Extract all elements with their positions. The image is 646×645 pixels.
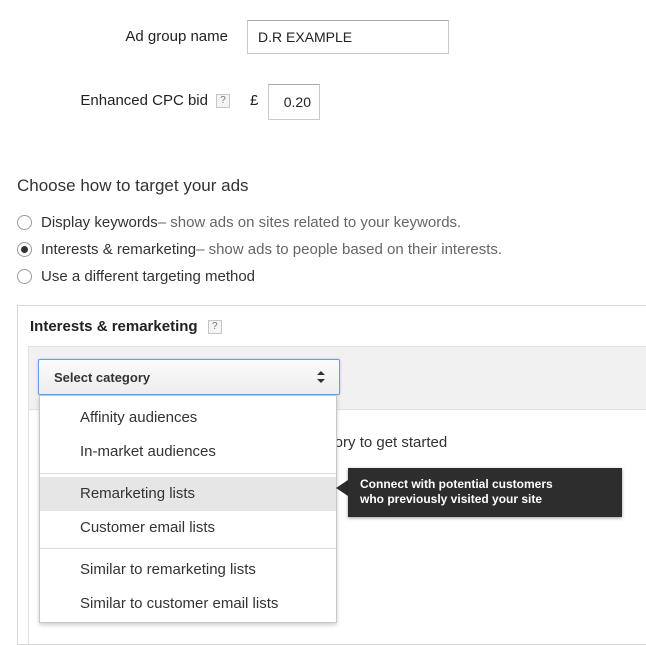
tooltip-line: Connect with potential customers bbox=[360, 477, 553, 491]
radio-label: Interests & remarketing bbox=[41, 241, 197, 258]
up-down-arrows-icon bbox=[317, 371, 325, 383]
enhanced-cpc-bid-label: Enhanced CPC bid bbox=[80, 92, 208, 109]
radio-description: – show ads to people based on their inte… bbox=[196, 241, 503, 258]
category-menu: Affinity audiences In-market audiences R… bbox=[39, 395, 337, 623]
menu-separator bbox=[40, 548, 336, 549]
panel-header: Interests & remarketing ? bbox=[18, 306, 646, 346]
remarketing-tooltip: Connect with potential customers who pre… bbox=[348, 468, 622, 517]
menu-item-customer-email-lists[interactable]: Customer email lists bbox=[40, 511, 336, 545]
select-category-dropdown[interactable]: Select category bbox=[38, 359, 340, 395]
menu-item-affinity-audiences[interactable]: Affinity audiences bbox=[40, 401, 336, 435]
menu-item-remarketing-lists[interactable]: Remarketing lists bbox=[40, 477, 336, 511]
tooltip-arrow bbox=[336, 480, 348, 496]
radio-button[interactable] bbox=[17, 269, 32, 284]
menu-item-similar-customer-email-lists[interactable]: Similar to customer email lists bbox=[40, 587, 336, 621]
menu-separator bbox=[40, 473, 336, 474]
menu-item-similar-remarketing-lists[interactable]: Similar to remarketing lists bbox=[40, 553, 336, 587]
radio-option-different-method[interactable]: Use a different targeting method bbox=[17, 268, 255, 285]
currency-symbol: £ bbox=[250, 92, 259, 109]
divider bbox=[28, 410, 29, 644]
ad-group-name-label: Ad group name bbox=[125, 28, 228, 45]
select-category-label: Select category bbox=[54, 370, 151, 385]
radio-option-display-keywords[interactable]: Display keywords – show ads on sites rel… bbox=[17, 214, 461, 231]
menu-item-in-market-audiences[interactable]: In-market audiences bbox=[40, 435, 336, 469]
radio-button[interactable] bbox=[17, 215, 32, 230]
get-started-hint: egory to get started bbox=[318, 434, 448, 451]
radio-description: – show ads on sites related to your keyw… bbox=[157, 214, 462, 231]
cpc-bid-input[interactable] bbox=[268, 84, 320, 120]
help-icon[interactable]: ? bbox=[216, 94, 230, 108]
ad-group-name-input[interactable] bbox=[247, 20, 449, 54]
radio-label: Display keywords bbox=[41, 214, 158, 231]
radio-button-selected[interactable] bbox=[17, 242, 32, 257]
radio-label: Use a different targeting method bbox=[41, 268, 256, 285]
targeting-heading: Choose how to target your ads bbox=[17, 176, 249, 195]
tooltip-line: who previously visited your site bbox=[360, 492, 543, 506]
radio-option-interests-remarketing[interactable]: Interests & remarketing – show ads to pe… bbox=[17, 241, 502, 258]
help-icon[interactable]: ? bbox=[207, 320, 222, 335]
panel-title: Interests & remarketing bbox=[30, 318, 198, 335]
